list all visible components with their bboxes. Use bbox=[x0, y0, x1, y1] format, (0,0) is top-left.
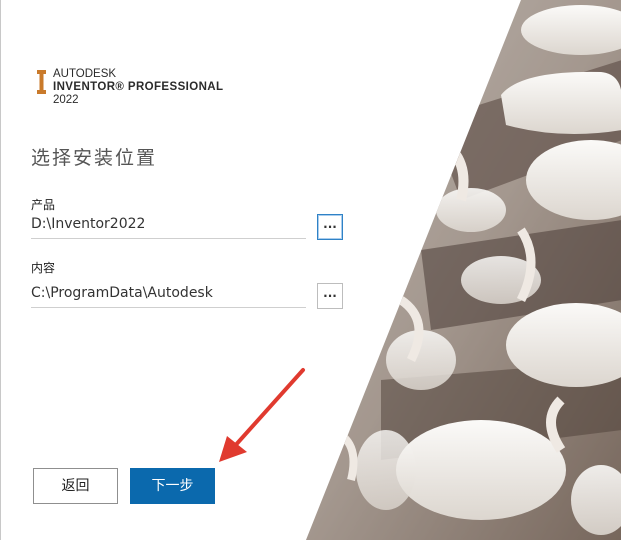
page-title: 选择安装位置 bbox=[31, 147, 158, 169]
product-browse-button[interactable]: ... bbox=[317, 214, 343, 240]
content-browse-button[interactable]: ... bbox=[317, 283, 343, 309]
installer-window: AUTODESK INVENTOR® PROFESSIONAL 2022 选择安… bbox=[0, 0, 621, 540]
content-location-label: 内容 bbox=[31, 261, 56, 275]
product-name: INVENTOR® PROFESSIONAL bbox=[53, 81, 224, 93]
back-button[interactable]: 返回 bbox=[33, 468, 118, 504]
product-year: 2022 bbox=[53, 94, 79, 106]
next-button[interactable]: 下一步 bbox=[130, 468, 215, 504]
company-name: AUTODESK bbox=[53, 68, 117, 80]
product-location-field[interactable]: D:\Inventor2022 bbox=[31, 212, 306, 239]
inventor-logo-icon bbox=[37, 70, 46, 94]
content-location-field[interactable]: C:\ProgramData\Autodesk bbox=[31, 281, 306, 308]
product-location-label: 产品 bbox=[31, 198, 56, 212]
